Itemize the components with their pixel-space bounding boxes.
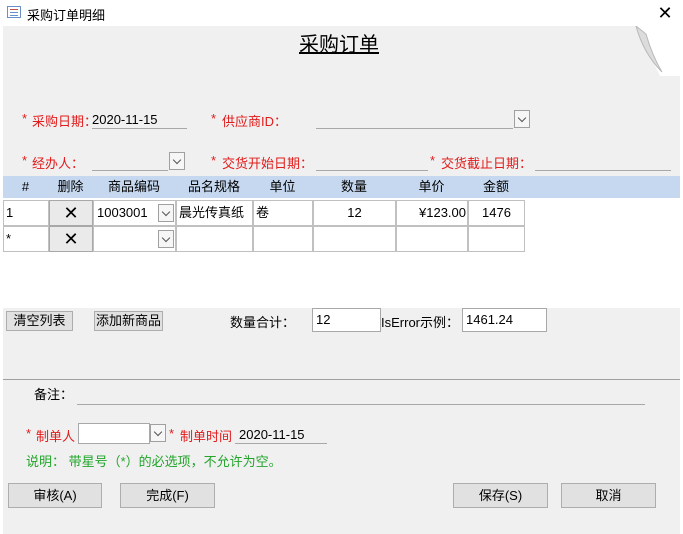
close-icon[interactable]: ✕ xyxy=(655,2,675,24)
form-heading: 采购订单 xyxy=(299,34,379,56)
audit-button[interactable]: 审核(A) xyxy=(8,483,102,508)
column-header: 单价 xyxy=(418,179,445,194)
creator-combobox[interactable] xyxy=(78,423,150,444)
row-number: * xyxy=(3,226,49,252)
column-header: 品名规格 xyxy=(187,179,240,194)
column-header: 删除 xyxy=(57,179,84,194)
handler-label: 经办人： xyxy=(32,156,85,171)
delivery-start-label: 交货开始日期： xyxy=(222,156,314,171)
iserror-label: IsError示例： xyxy=(381,315,460,330)
delivery-end-field[interactable] xyxy=(535,153,671,171)
required-star: * xyxy=(26,426,32,441)
column-header: 金额 xyxy=(482,179,509,194)
remark-field[interactable] xyxy=(77,387,645,405)
supplier-label: 供应商ID： xyxy=(222,114,288,129)
required-star: * xyxy=(169,426,175,441)
column-header: 单位 xyxy=(269,179,296,194)
product-name-cell[interactable] xyxy=(176,226,253,252)
divider xyxy=(3,379,680,380)
save-button[interactable]: 保存(S) xyxy=(453,483,548,508)
chevron-down-icon[interactable] xyxy=(158,204,174,222)
required-star: * xyxy=(22,111,28,126)
unit-cell[interactable] xyxy=(253,226,313,252)
form-icon xyxy=(7,6,21,18)
chevron-down-icon[interactable] xyxy=(514,110,530,128)
finish-button[interactable]: 完成(F) xyxy=(120,483,215,508)
required-star: * xyxy=(430,153,436,168)
creator-label: 制单人 xyxy=(36,429,76,444)
unit-price-cell[interactable]: ¥123.00 xyxy=(396,200,468,226)
purchase-date-label: 采购日期： xyxy=(32,114,98,129)
column-header: # xyxy=(21,179,30,194)
window-title: 采购订单明细 xyxy=(27,8,106,23)
qty-total-label: 数量合计： xyxy=(230,315,296,330)
amount-cell xyxy=(468,226,525,252)
unit-price-cell[interactable] xyxy=(396,226,468,252)
qty-total-field[interactable]: 12 xyxy=(312,308,381,332)
amount-cell: 1476 xyxy=(468,200,525,226)
required-star: * xyxy=(22,153,28,168)
created-time-label: 制单时间 xyxy=(180,429,233,444)
supplier-combobox[interactable] xyxy=(316,111,513,129)
product-name-cell[interactable]: 晨光传真纸 xyxy=(176,200,253,226)
delete-row-button[interactable]: ✕ xyxy=(49,200,93,226)
delivery-end-label: 交货截止日期： xyxy=(441,156,533,171)
iserror-field[interactable]: 1461.24 xyxy=(462,308,547,332)
add-product-button[interactable]: 添加新商品 xyxy=(94,311,163,331)
chevron-down-icon[interactable] xyxy=(158,230,174,248)
remark-label: 备注： xyxy=(34,387,74,402)
unit-cell[interactable]: 卷 xyxy=(253,200,313,226)
delete-row-button[interactable]: ✕ xyxy=(49,226,93,252)
clear-list-button[interactable]: 清空列表 xyxy=(6,311,73,331)
required-star: * xyxy=(211,153,217,168)
quantity-cell[interactable]: 12 xyxy=(313,200,396,226)
page-curl-icon xyxy=(635,26,680,76)
row-number: 1 xyxy=(3,200,49,226)
column-header: 数量 xyxy=(340,179,367,194)
column-header: 商品编码 xyxy=(107,179,160,194)
quantity-cell[interactable] xyxy=(313,226,396,252)
created-time-field[interactable]: 2020-11-15 xyxy=(235,426,327,444)
required-note: 说明： 带星号（*）的必选项，不允许为空。 xyxy=(26,454,282,469)
handler-combobox[interactable] xyxy=(92,153,168,171)
delivery-start-field[interactable] xyxy=(316,153,428,171)
chevron-down-icon[interactable] xyxy=(169,152,185,170)
cancel-button[interactable]: 取消 xyxy=(561,483,656,508)
required-star: * xyxy=(211,111,217,126)
purchase-date-field[interactable]: 2020-11-15 xyxy=(92,111,187,129)
chevron-down-icon[interactable] xyxy=(150,424,166,442)
